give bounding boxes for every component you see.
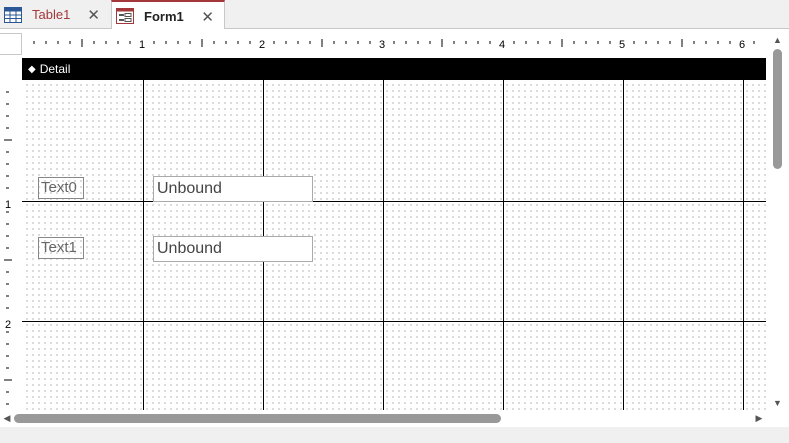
grid-line — [143, 80, 144, 410]
section-label: Detail — [39, 62, 71, 76]
vertical-scroll-thumb[interactable] — [773, 49, 782, 169]
ruler-label-v1: 1 — [5, 199, 11, 211]
table-icon — [4, 6, 22, 23]
status-band — [0, 427, 789, 443]
detail-section-grid[interactable]: Text0 Unbound Text1 Unbound — [22, 80, 766, 410]
tab-form1[interactable]: Form1 ✕ — [111, 0, 225, 30]
ruler-label-3: 3 — [379, 39, 385, 51]
close-icon[interactable]: ✕ — [87, 6, 100, 24]
ruler-label-2: 2 — [259, 39, 265, 51]
scroll-right-icon[interactable]: ▶ — [752, 410, 766, 427]
grid-line — [383, 80, 384, 410]
grid-line — [743, 80, 744, 410]
vertical-ruler: 1 2 — [4, 91, 12, 405]
close-icon[interactable]: ✕ — [201, 8, 214, 26]
document-tab-bar: Table1 ✕ Form1 ✕ — [0, 0, 789, 30]
ruler-label-v2: 2 — [5, 319, 11, 331]
tab-label: Form1 — [144, 8, 184, 24]
form-icon — [116, 8, 134, 24]
horizontal-ruler: 1 2 3 4 5 6 — [33, 39, 755, 51]
grid-line — [22, 321, 766, 322]
horizontal-scroll-thumb[interactable] — [14, 414, 501, 423]
textbox-text1[interactable]: Unbound — [153, 236, 313, 262]
ruler-corner[interactable] — [0, 33, 22, 55]
collapse-arrow-icon: ◆ — [28, 63, 36, 75]
tab-label: Table1 — [32, 7, 71, 22]
ruler-label-5: 5 — [619, 39, 625, 51]
grid-line — [22, 201, 766, 202]
textbox-text0[interactable]: Unbound — [153, 176, 313, 202]
ruler-label-4: 4 — [499, 39, 505, 51]
detail-section-header[interactable]: ◆ Detail — [22, 58, 766, 80]
scroll-down-icon[interactable]: ▼ — [766, 396, 789, 410]
grid-line — [503, 80, 504, 410]
ruler-label-6: 6 — [739, 39, 745, 51]
label-text0[interactable]: Text0 — [38, 177, 84, 199]
vertical-scrollbar[interactable]: ▲ ▼ — [766, 33, 789, 410]
scroll-up-icon[interactable]: ▲ — [766, 33, 789, 47]
label-text1[interactable]: Text1 — [38, 237, 84, 259]
ruler-label-1: 1 — [139, 39, 145, 51]
tab-table1[interactable]: Table1 ✕ — [0, 0, 110, 29]
horizontal-scrollbar[interactable]: ◀ ▶ — [0, 410, 766, 427]
scroll-left-icon[interactable]: ◀ — [0, 410, 14, 427]
grid-line — [623, 80, 624, 410]
